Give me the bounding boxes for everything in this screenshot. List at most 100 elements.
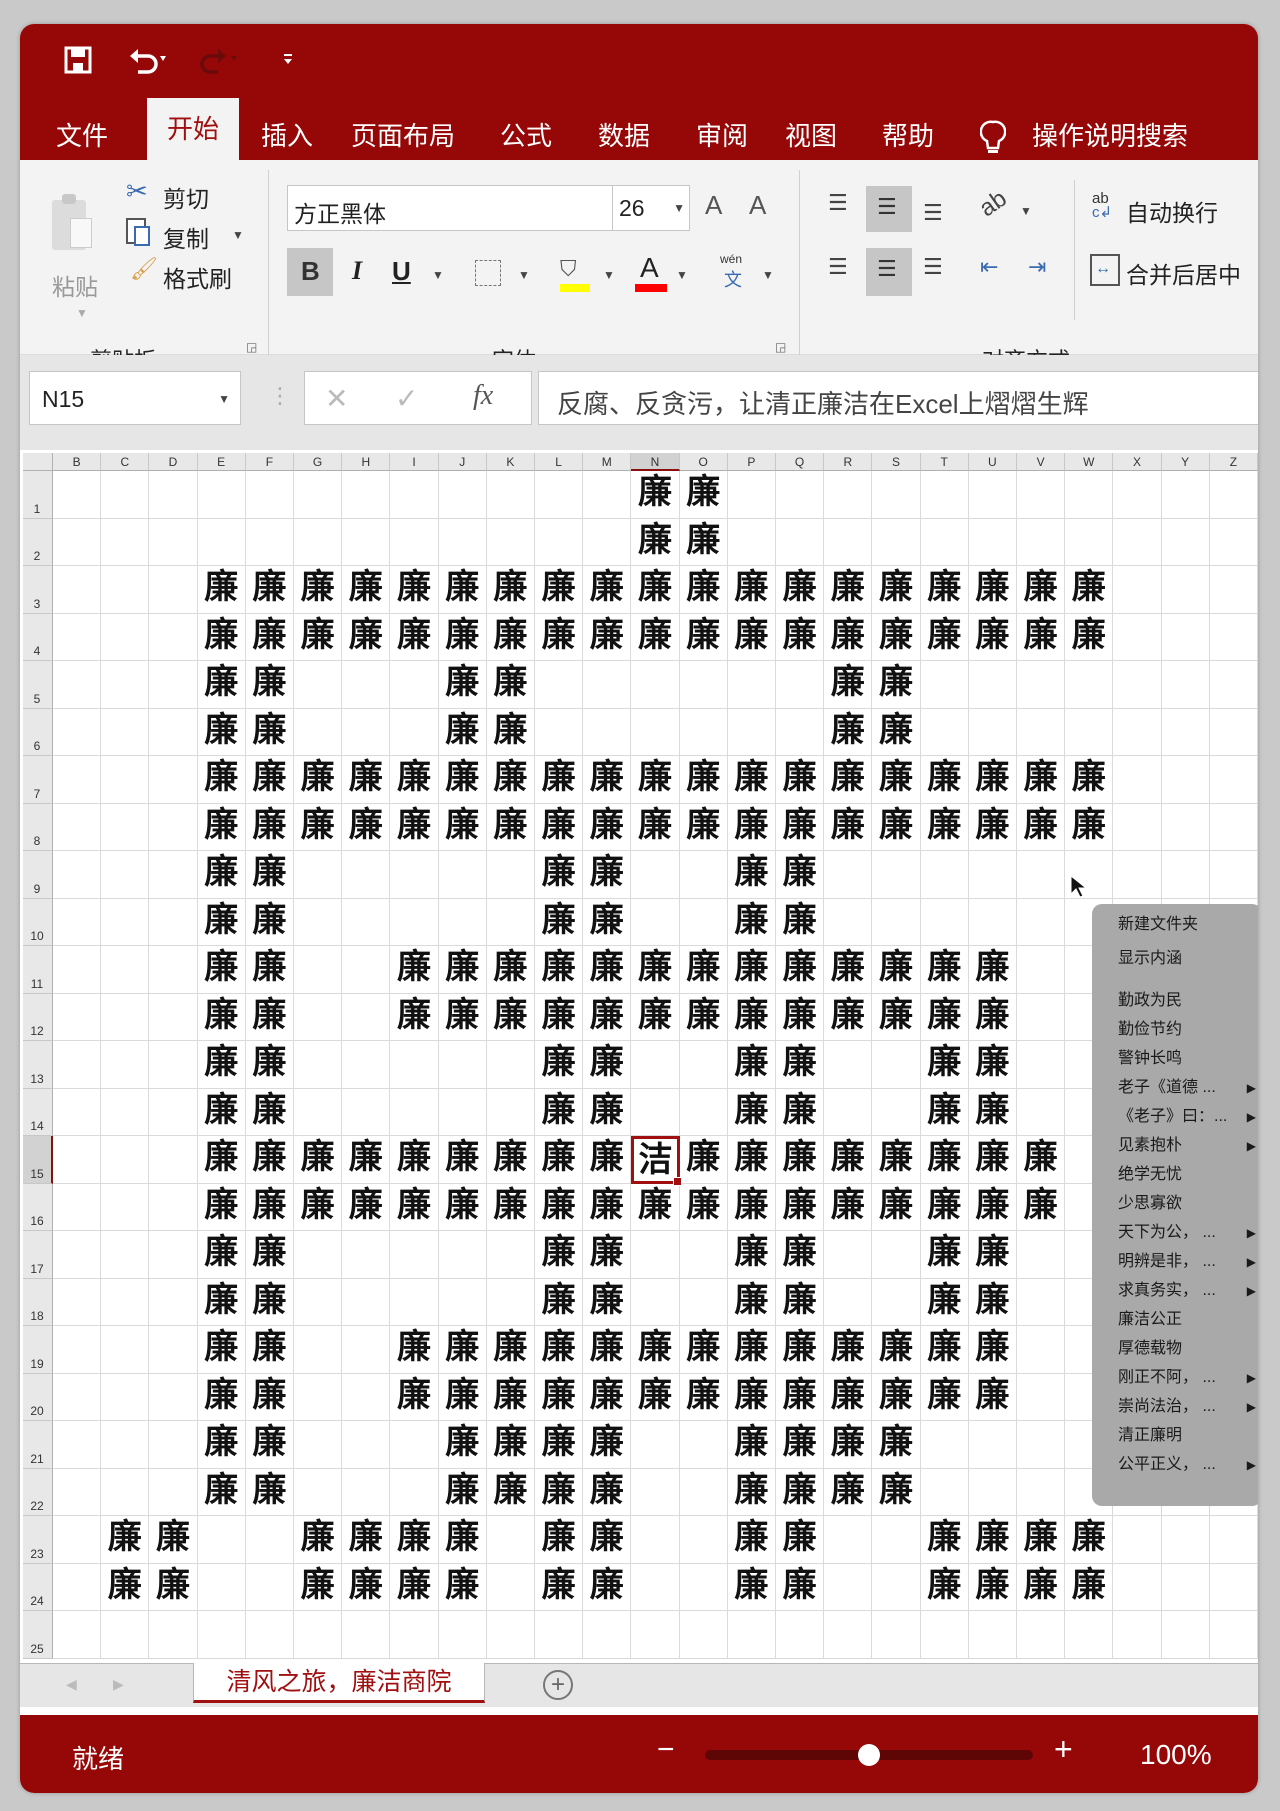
- cell-S20[interactable]: 廉: [872, 1373, 921, 1421]
- cell-J23[interactable]: 廉: [438, 1516, 487, 1564]
- context-menu-item[interactable]: 勤政为民: [1118, 988, 1258, 1014]
- cell-T18[interactable]: 廉: [920, 1278, 969, 1326]
- column-header-U[interactable]: U: [968, 453, 1017, 471]
- cell-T17[interactable]: 廉: [920, 1231, 969, 1279]
- name-box[interactable]: N15 ▼: [29, 371, 241, 425]
- cell-P21[interactable]: 廉: [727, 1421, 776, 1469]
- cell-R4[interactable]: 廉: [824, 613, 873, 661]
- cell-S1[interactable]: [872, 471, 921, 519]
- cell-M2[interactable]: [583, 518, 632, 566]
- align-center-icon[interactable]: ☰: [877, 256, 897, 282]
- cell-E23[interactable]: [197, 1516, 246, 1564]
- cell-I19[interactable]: 廉: [390, 1326, 439, 1374]
- cell-W25[interactable]: [1065, 1611, 1114, 1659]
- cell-K23[interactable]: [486, 1516, 535, 1564]
- cell-N18[interactable]: [631, 1278, 680, 1326]
- cell-U13[interactable]: 廉: [968, 1041, 1017, 1089]
- column-header-S[interactable]: S: [872, 453, 921, 471]
- context-menu-item[interactable]: 绝学无忧: [1118, 1162, 1258, 1188]
- row-header-21[interactable]: 21: [23, 1421, 53, 1469]
- cell-M20[interactable]: 廉: [583, 1373, 632, 1421]
- cell-V25[interactable]: [1017, 1611, 1066, 1659]
- column-header-C[interactable]: C: [101, 453, 150, 471]
- cell-E17[interactable]: 廉: [197, 1231, 246, 1279]
- cell-R5[interactable]: 廉: [824, 661, 873, 709]
- column-header-W[interactable]: W: [1065, 453, 1114, 471]
- row-header-6[interactable]: 6: [23, 708, 53, 756]
- cell-V2[interactable]: [1017, 518, 1066, 566]
- cell-K6[interactable]: 廉: [486, 708, 535, 756]
- cell-M21[interactable]: 廉: [583, 1421, 632, 1469]
- cell-V21[interactable]: [1017, 1421, 1066, 1469]
- tab-formulas[interactable]: 公式: [500, 112, 552, 160]
- cell-G10[interactable]: [294, 898, 343, 946]
- cell-O24[interactable]: [679, 1563, 728, 1611]
- cell-T13[interactable]: 廉: [920, 1041, 969, 1089]
- cell-E15[interactable]: 廉: [197, 1136, 246, 1184]
- cell-G13[interactable]: [294, 1041, 343, 1089]
- cell-K2[interactable]: [486, 518, 535, 566]
- cell-G4[interactable]: 廉: [294, 613, 343, 661]
- cell-C17[interactable]: [101, 1231, 150, 1279]
- cell-W7[interactable]: 廉: [1065, 756, 1114, 804]
- cell-S25[interactable]: [872, 1611, 921, 1659]
- cell-Q1[interactable]: [776, 471, 825, 519]
- cell-H5[interactable]: [342, 661, 391, 709]
- paste-icon[interactable]: [52, 194, 92, 250]
- cell-T20[interactable]: 廉: [920, 1373, 969, 1421]
- cell-J19[interactable]: 廉: [438, 1326, 487, 1374]
- cell-C2[interactable]: [101, 518, 150, 566]
- cell-M16[interactable]: 廉: [583, 1183, 632, 1231]
- cell-Q17[interactable]: 廉: [776, 1231, 825, 1279]
- cell-W4[interactable]: 廉: [1065, 613, 1114, 661]
- cell-Q18[interactable]: 廉: [776, 1278, 825, 1326]
- context-menu-item[interactable]: 刚正不阿， ... ▶: [1118, 1365, 1258, 1391]
- cell-P4[interactable]: 廉: [727, 613, 776, 661]
- cell-R9[interactable]: [824, 851, 873, 899]
- cell-I21[interactable]: [390, 1421, 439, 1469]
- cell-H21[interactable]: [342, 1421, 391, 1469]
- cell-H9[interactable]: [342, 851, 391, 899]
- cell-K22[interactable]: 廉: [486, 1468, 535, 1516]
- cell-O1[interactable]: 廉: [679, 471, 728, 519]
- cell-N11[interactable]: 廉: [631, 946, 680, 994]
- cell-I2[interactable]: [390, 518, 439, 566]
- drag-handle-icon[interactable]: ⋮: [269, 383, 291, 409]
- cell-C23[interactable]: 廉: [101, 1516, 150, 1564]
- tab-page-layout[interactable]: 页面布局: [351, 112, 455, 160]
- cell-H3[interactable]: 廉: [342, 566, 391, 614]
- tab-view[interactable]: 视图: [785, 112, 837, 160]
- cell-G15[interactable]: 廉: [294, 1136, 343, 1184]
- cell-G25[interactable]: [294, 1611, 343, 1659]
- cell-G16[interactable]: 廉: [294, 1183, 343, 1231]
- cell-J24[interactable]: 廉: [438, 1563, 487, 1611]
- cell-P23[interactable]: 廉: [727, 1516, 776, 1564]
- cell-H23[interactable]: 廉: [342, 1516, 391, 1564]
- cell-L14[interactable]: 廉: [535, 1088, 584, 1136]
- cell-D3[interactable]: [149, 566, 198, 614]
- cell-F2[interactable]: [245, 518, 294, 566]
- row-header-2[interactable]: 2: [23, 518, 53, 566]
- context-menu-item[interactable]: 明辨是非， ... ▶: [1118, 1249, 1258, 1275]
- cell-J11[interactable]: 廉: [438, 946, 487, 994]
- cell-J3[interactable]: 廉: [438, 566, 487, 614]
- align-right-icon[interactable]: ☰: [923, 254, 943, 280]
- cell-J1[interactable]: [438, 471, 487, 519]
- cell-L5[interactable]: [535, 661, 584, 709]
- cell-P18[interactable]: 廉: [727, 1278, 776, 1326]
- cell-F10[interactable]: 廉: [245, 898, 294, 946]
- cell-J13[interactable]: [438, 1041, 487, 1089]
- cell-M24[interactable]: 廉: [583, 1563, 632, 1611]
- context-menu-item[interactable]: 廉洁公正: [1118, 1307, 1258, 1333]
- context-menu-item[interactable]: 老子《道德 ... ▶: [1118, 1075, 1258, 1101]
- column-header-Y[interactable]: Y: [1161, 453, 1210, 471]
- font-color-button[interactable]: A: [640, 252, 659, 284]
- cell-X1[interactable]: [1113, 471, 1162, 519]
- cell-M14[interactable]: 廉: [583, 1088, 632, 1136]
- cell-T23[interactable]: 廉: [920, 1516, 969, 1564]
- cell-K19[interactable]: 廉: [486, 1326, 535, 1374]
- cell-P16[interactable]: 廉: [727, 1183, 776, 1231]
- cell-J2[interactable]: [438, 518, 487, 566]
- cell-J16[interactable]: 廉: [438, 1183, 487, 1231]
- cell-I10[interactable]: [390, 898, 439, 946]
